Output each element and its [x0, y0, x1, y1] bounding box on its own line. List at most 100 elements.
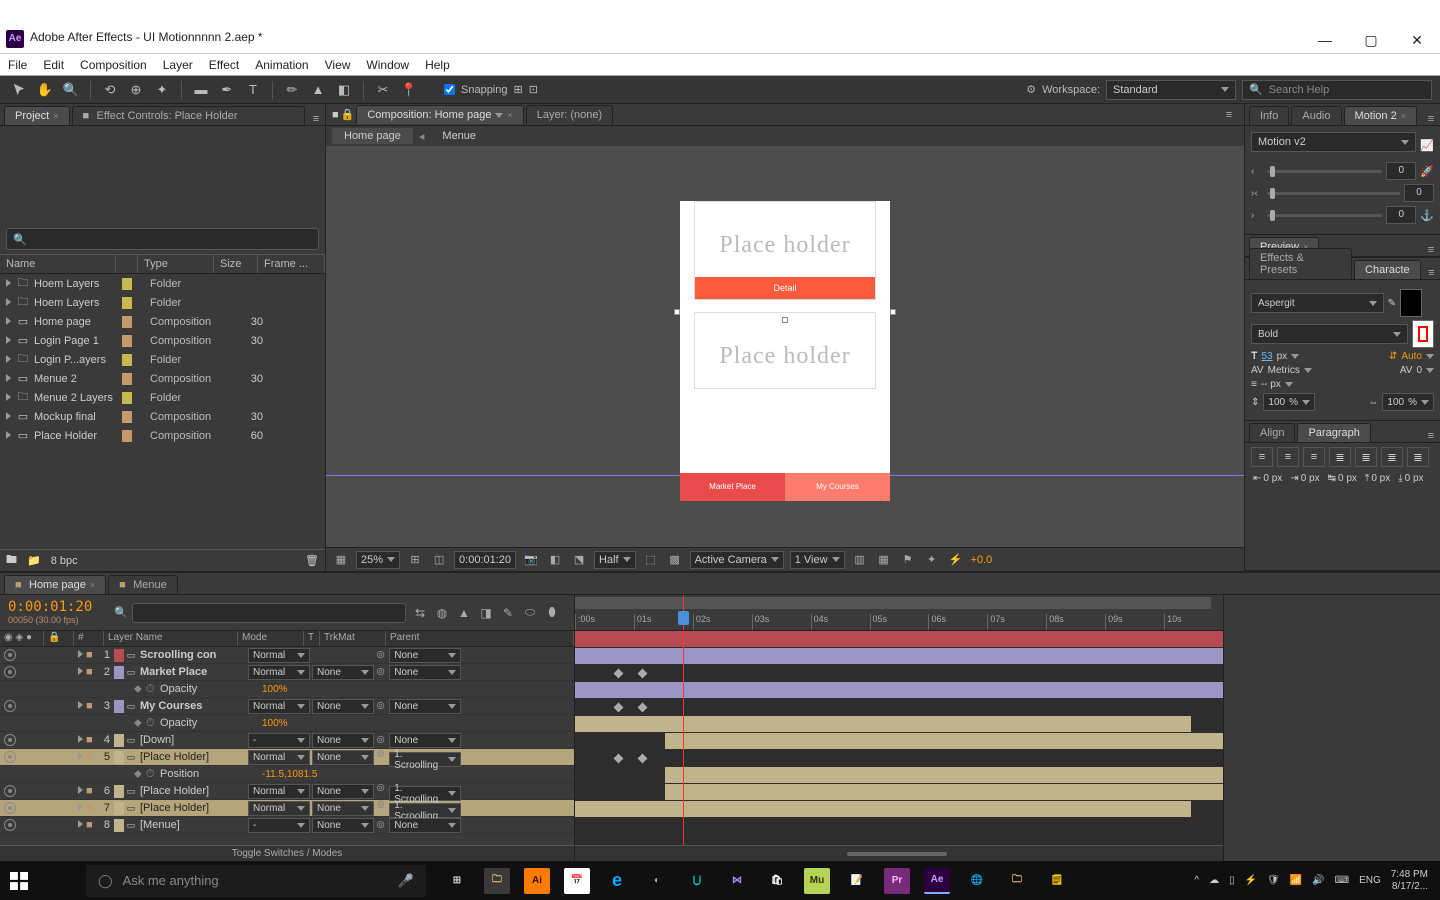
timeline-tab-home[interactable]: ■Home page× [4, 575, 106, 594]
cortana-search[interactable]: ◯ Ask me anything 🎤 [86, 865, 426, 897]
work-area-bar[interactable] [575, 597, 1211, 609]
current-timecode[interactable]: 0:00:01:20 [8, 599, 100, 615]
maximize-button[interactable]: ▢ [1348, 26, 1394, 54]
tray-chevron-icon[interactable]: ^ [1194, 875, 1199, 886]
timeline-layer-row[interactable]: ■ 2 ▭ Market Place Normal None ⊚None [0, 664, 574, 681]
notes-icon[interactable]: 📝 [844, 868, 870, 894]
pan-behind-tool-icon[interactable]: ✦ [151, 79, 173, 101]
live-update-icon[interactable]: ⚙ [1026, 83, 1036, 96]
project-item[interactable]: ▭ Mockup final Composition 30 [0, 407, 325, 426]
vf-icon[interactable]: ▥ [851, 551, 869, 569]
tl-icon[interactable]: ⬭ [520, 603, 540, 623]
menu-edit[interactable]: Edit [43, 58, 64, 72]
tl-icon[interactable]: ◨ [476, 603, 496, 623]
brush-tool-icon[interactable]: ✏ [281, 79, 303, 101]
project-item[interactable]: ▭ Login Page 1 Composition 30 [0, 331, 325, 350]
graph-icon[interactable]: 📈 [1420, 139, 1434, 152]
rotation-tool-icon[interactable]: ⟲ [99, 79, 121, 101]
motion-preset-dropdown[interactable]: Motion v2 [1251, 132, 1416, 152]
muse-icon[interactable]: Mu [804, 868, 830, 894]
camera-dropdown[interactable]: Active Camera [690, 551, 784, 569]
minimize-button[interactable]: — [1302, 26, 1348, 54]
effects-presets-tab[interactable]: Effects & Presets [1249, 248, 1352, 279]
shape-tool-icon[interactable]: ▬ [190, 79, 212, 101]
project-item[interactable]: 🗀 Login P...ayers Folder [0, 350, 325, 369]
menu-help[interactable]: Help [425, 58, 450, 72]
text-tool-icon[interactable]: T [242, 79, 264, 101]
audio-tab[interactable]: Audio [1291, 106, 1341, 125]
transparency-icon[interactable]: ▩ [666, 551, 684, 569]
first-line-field[interactable]: 0 px [1338, 473, 1357, 484]
fill-color-swatch[interactable] [1400, 289, 1422, 317]
tl-icon[interactable]: ✎ [498, 603, 518, 623]
camera-tool-icon[interactable]: ⊕ [125, 79, 147, 101]
wifi-icon[interactable]: 📶 [1290, 875, 1302, 886]
hand-tool-icon[interactable]: ✋ [34, 79, 56, 101]
justify-right-icon[interactable]: ≣ [1381, 447, 1403, 467]
indent-right-field[interactable]: 0 px [1301, 473, 1320, 484]
grid-icon[interactable]: ▦ [332, 551, 350, 569]
project-item[interactable]: 🗀 Hoem Layers Folder [0, 293, 325, 312]
vf-icon[interactable]: ▦ [875, 551, 893, 569]
timeline-zoom-scrollbar[interactable] [575, 845, 1223, 861]
panel-menu-icon[interactable]: ≡ [1422, 244, 1440, 256]
breadcrumb-item[interactable]: Home page [332, 128, 413, 144]
store-icon[interactable]: 🛍 [764, 868, 790, 894]
project-tab[interactable]: Project× [4, 106, 70, 125]
pen-tool-icon[interactable]: ✒ [216, 79, 238, 101]
delete-icon[interactable]: 🗑 [305, 554, 319, 567]
project-item[interactable]: ▭ Home page Composition 30 [0, 312, 325, 331]
calendar-icon[interactable]: 📅 [564, 868, 590, 894]
timeline-layer-row[interactable]: ■ 5 ▭ [Place Holder] Normal None ⊚1. Scr… [0, 749, 574, 766]
menu-effect[interactable]: Effect [209, 58, 239, 72]
timeline-layer-row[interactable]: ■ 1 ▭ Scroolling con Normal ⊚None [0, 647, 574, 664]
align-tab[interactable]: Align [1249, 423, 1295, 442]
panel-menu-icon[interactable]: ≡ [307, 113, 325, 125]
views-dropdown[interactable]: 1 View [790, 551, 845, 569]
tl-icon[interactable]: ⇆ [410, 603, 430, 623]
timeline-tracks[interactable] [575, 631, 1223, 845]
snapping-checkbox[interactable] [444, 84, 455, 95]
selection-tool-icon[interactable] [8, 79, 30, 101]
timeline-property-row[interactable]: ⬥ ⏱ Position -11.5,1081.5 [0, 766, 574, 783]
playhead[interactable] [683, 595, 684, 630]
vscale-field[interactable]: 100% [1263, 393, 1315, 411]
menu-animation[interactable]: Animation [255, 58, 308, 72]
panel-menu-icon[interactable]: ≡ [1423, 267, 1440, 279]
premiere-icon[interactable]: Pr [884, 868, 910, 894]
safe-zones-icon[interactable]: ⊞ [406, 551, 424, 569]
volume-icon[interactable]: 🔊 [1312, 875, 1324, 886]
toggle-switches-button[interactable]: Toggle Switches / Modes [0, 845, 574, 861]
comp-lock-icon[interactable]: ■ [332, 109, 339, 121]
keyboard-icon[interactable]: ⌨ [1335, 875, 1349, 886]
motion-slider-2[interactable] [1267, 192, 1400, 195]
app-icon[interactable]: ⋃ [684, 868, 710, 894]
vf-icon[interactable]: ⚑ [899, 551, 917, 569]
puppet-tool-icon[interactable]: 📍 [398, 79, 420, 101]
comp-lock2-icon[interactable]: 🔒 [341, 108, 355, 121]
timeline-search-input[interactable] [132, 603, 406, 623]
tl-icon[interactable]: ◍ [432, 603, 452, 623]
justify-left-icon[interactable]: ≣ [1329, 447, 1351, 467]
edge-icon[interactable]: e [604, 868, 630, 894]
space-after-field[interactable]: 0 px [1405, 473, 1424, 484]
zoom-dropdown[interactable]: 25% [356, 551, 400, 569]
task-view-icon[interactable]: ⊞ [444, 868, 470, 894]
eyedropper-icon[interactable]: ✎ [1388, 298, 1396, 309]
timeline-tab-menue[interactable]: ■Menue [108, 575, 178, 594]
snapshot-icon[interactable]: 📷 [522, 551, 540, 569]
interpret-icon[interactable]: 🖿 [6, 551, 17, 570]
align-right-icon[interactable]: ≡ [1303, 447, 1325, 467]
effect-controls-tab[interactable]: ■Effect Controls: Place Holder [72, 106, 305, 125]
snap-opt1-icon[interactable]: ⊞ [514, 83, 523, 96]
stroke-width-field[interactable]: -- px [1261, 379, 1281, 390]
timeline-layer-row[interactable]: ■ 8 ▭ [Menue] - None ⊚None [0, 817, 574, 834]
menu-window[interactable]: Window [366, 58, 409, 72]
bpc-button[interactable]: 8 bpc [51, 555, 78, 567]
font-weight-dropdown[interactable]: Bold [1251, 324, 1408, 344]
language-indicator[interactable]: ENG [1359, 875, 1381, 886]
illustrator-icon[interactable]: Ai [524, 868, 550, 894]
hscale-field[interactable]: 100% [1382, 393, 1434, 411]
channel-icon[interactable]: ◧ [546, 551, 564, 569]
paragraph-tab[interactable]: Paragraph [1297, 423, 1370, 442]
